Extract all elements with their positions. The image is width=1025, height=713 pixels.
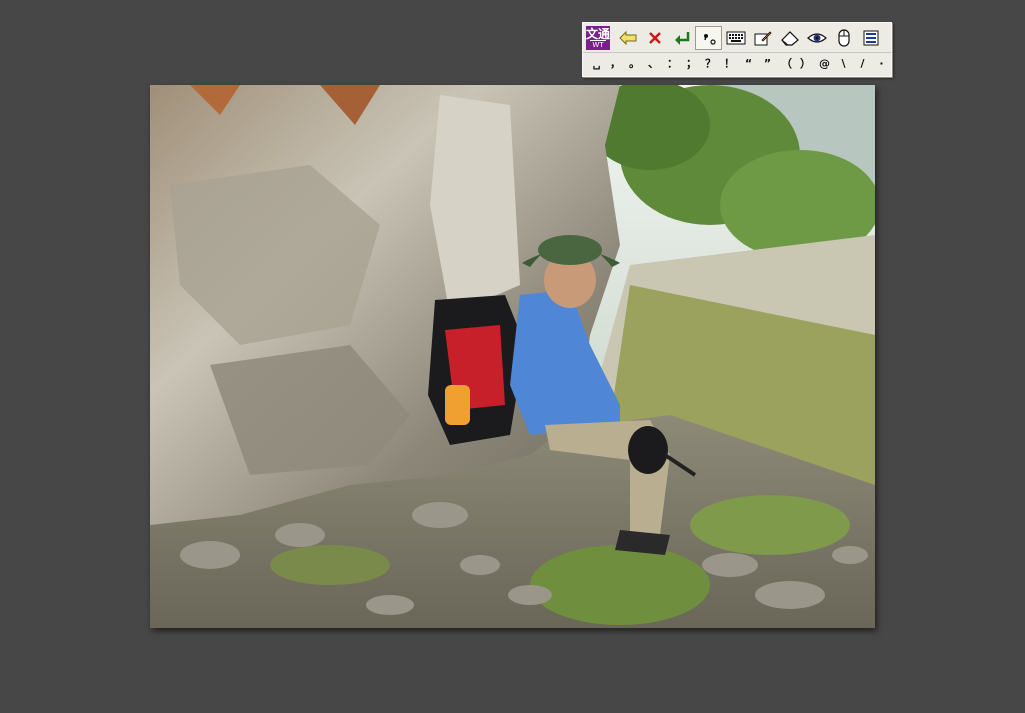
- ime-logo[interactable]: 文通 WT: [586, 26, 610, 50]
- mouse-button[interactable]: [830, 26, 857, 50]
- symbol-slash[interactable]: /: [853, 53, 872, 75]
- symbol-backslash[interactable]: \: [834, 53, 853, 75]
- handwriting-button[interactable]: [749, 26, 776, 50]
- close-button[interactable]: [641, 26, 668, 50]
- close-x-icon: [648, 32, 661, 44]
- eraser-button[interactable]: [776, 26, 803, 50]
- back-button[interactable]: [614, 26, 641, 50]
- eraser-icon: [780, 31, 799, 46]
- menu-button[interactable]: [857, 26, 884, 50]
- photo-image: [150, 85, 875, 628]
- symbol-open-paren[interactable]: （: [777, 53, 796, 75]
- back-arrow-icon: [618, 31, 636, 45]
- ime-logo-text: 文通: [586, 26, 611, 41]
- enter-button[interactable]: [668, 26, 695, 50]
- ime-toolbar-buttons: 文通 WT: [586, 25, 884, 51]
- symbol-at[interactable]: @: [815, 53, 834, 75]
- punctuation-mode-icon: [703, 34, 716, 45]
- eye-icon: [806, 33, 827, 43]
- photo-hiker: [150, 85, 875, 628]
- symbol-open-quote[interactable]: “: [739, 53, 758, 75]
- ime-logo-subtext: WT: [590, 39, 606, 49]
- symbol-close-quote[interactable]: ”: [758, 53, 777, 75]
- symbol-space[interactable]: ␣: [587, 53, 606, 75]
- handwriting-icon: [754, 31, 772, 46]
- symbol-close-paren[interactable]: ）: [796, 53, 815, 75]
- symbol-period[interactable]: 。: [625, 53, 644, 75]
- symbol-middot[interactable]: ·: [872, 53, 891, 75]
- soft-keyboard-icon: [726, 31, 745, 45]
- symbol-enum-comma[interactable]: 、: [644, 53, 663, 75]
- symbol-question[interactable]: ？: [701, 53, 720, 75]
- menu-list-icon: [863, 30, 878, 46]
- eye-button[interactable]: [803, 26, 830, 50]
- soft-keyboard-button[interactable]: [722, 26, 749, 50]
- ime-toolbar: 文通 WT ␣ ， 。 、 ： ； ？ ！ “ ” （ ） @ \ / ·: [582, 22, 892, 77]
- ime-symbol-bar: ␣ ， 。 、 ： ； ？ ！ “ ” （ ） @ \ / ·: [583, 52, 891, 75]
- mouse-icon: [837, 29, 850, 47]
- symbol-semicolon[interactable]: ；: [682, 53, 701, 75]
- symbol-exclamation[interactable]: ！: [720, 53, 739, 75]
- symbol-colon[interactable]: ：: [663, 53, 682, 75]
- symbol-comma[interactable]: ，: [606, 53, 625, 75]
- enter-arrow-icon: [674, 32, 689, 45]
- punctuation-mode-button[interactable]: [695, 26, 722, 50]
